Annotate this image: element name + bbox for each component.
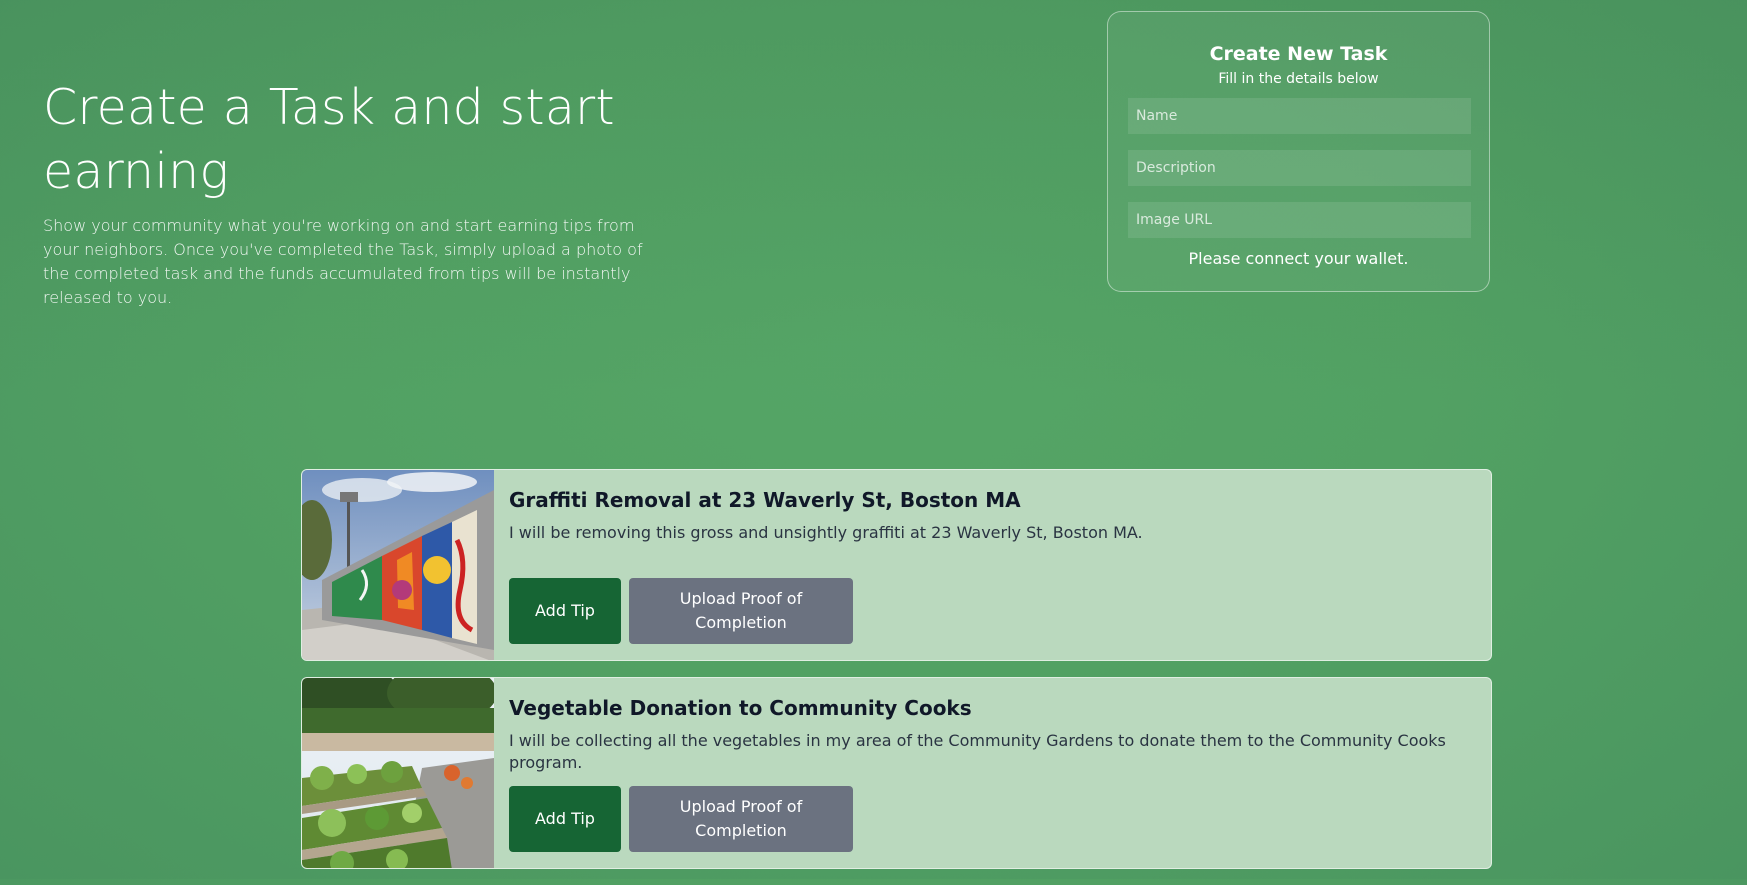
hero-description: Show your community what you're working … bbox=[43, 216, 643, 307]
task-title: Graffiti Removal at 23 Waverly St, Bosto… bbox=[509, 488, 1021, 512]
image-url-input[interactable] bbox=[1128, 202, 1471, 238]
description-input[interactable] bbox=[1128, 150, 1471, 186]
upload-proof-button[interactable]: Upload Proof of Completion bbox=[629, 786, 853, 852]
name-input[interactable] bbox=[1128, 98, 1471, 134]
wallet-status-message: Please connect your wallet. bbox=[1188, 249, 1409, 268]
task-description: I will be removing this gross and unsigh… bbox=[509, 523, 1143, 542]
form-subtitle: Fill in the details below bbox=[1218, 71, 1379, 87]
task-content: Vegetable Donation to Community Cooks I … bbox=[509, 694, 1471, 774]
page-title: Create a Task and start earning bbox=[43, 79, 615, 200]
task-actions: Add Tip Upload Proof of Completion bbox=[509, 578, 853, 644]
task-list: Graffiti Removal at 23 Waverly St, Bosto… bbox=[301, 469, 1492, 885]
task-card: Vegetable Donation to Community Cooks I … bbox=[301, 677, 1492, 869]
task-description: I will be collecting all the vegetables … bbox=[509, 731, 1446, 772]
task-content: Graffiti Removal at 23 Waverly St, Bosto… bbox=[509, 486, 1471, 544]
task-card: Graffiti Removal at 23 Waverly St, Bosto… bbox=[301, 469, 1492, 661]
add-tip-button[interactable]: Add Tip bbox=[509, 786, 621, 852]
create-task-form: Create New Task Fill in the details belo… bbox=[1107, 11, 1490, 292]
upload-proof-button[interactable]: Upload Proof of Completion bbox=[629, 578, 853, 644]
task-actions: Add Tip Upload Proof of Completion bbox=[509, 786, 853, 852]
form-title: Create New Task bbox=[1209, 43, 1388, 65]
community-garden-image bbox=[302, 678, 494, 868]
graffiti-wall-image bbox=[302, 470, 494, 660]
hero-section: Create a Task and start earning Show you… bbox=[43, 76, 763, 310]
task-title: Vegetable Donation to Community Cooks bbox=[509, 696, 972, 720]
add-tip-button[interactable]: Add Tip bbox=[509, 578, 621, 644]
